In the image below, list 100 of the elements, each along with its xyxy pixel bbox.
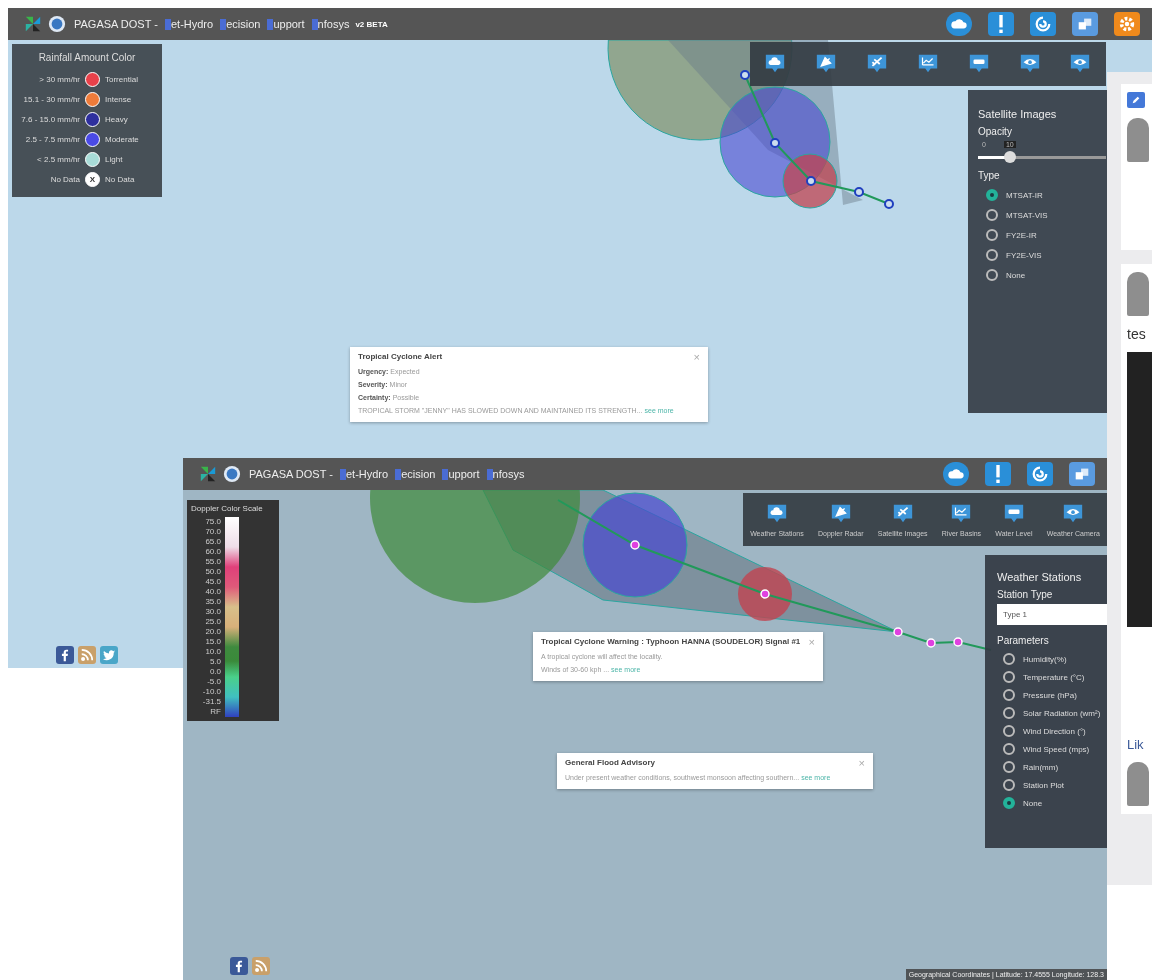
slider-thumb[interactable] xyxy=(1004,151,1016,163)
letter-blot-icon xyxy=(311,18,318,30)
satellite-icon xyxy=(891,502,914,525)
water-layer-button[interactable] xyxy=(967,53,990,75)
basins-layer-button[interactable] xyxy=(916,53,939,75)
avatar-silhouette-icon xyxy=(1127,272,1149,316)
scale-tick-label: -5.0 xyxy=(207,677,221,687)
app-title-word: upport xyxy=(448,468,480,480)
radio-button[interactable] xyxy=(986,189,998,201)
swirl-header-button[interactable] xyxy=(1030,12,1056,36)
radio-button[interactable] xyxy=(986,249,998,261)
globe-logo-icon xyxy=(48,15,66,33)
satellite-layer-button[interactable] xyxy=(866,53,889,75)
wave-icon xyxy=(967,53,990,75)
legend-color-dot: X xyxy=(85,171,100,187)
station-type-label: Station Type xyxy=(997,589,1054,600)
station-type-select[interactable]: Type 1 xyxy=(997,604,1107,625)
legend-range: No Data xyxy=(49,174,80,184)
app-title-word: et-Hydro xyxy=(345,468,389,480)
popup-title: General Flood Advisory xyxy=(565,758,655,767)
scale-tick-label: -31.5 xyxy=(202,697,221,707)
legend-range: < 2.5 mm/hr xyxy=(36,154,80,164)
legend-label: Light xyxy=(105,154,123,164)
radio-button[interactable] xyxy=(1003,743,1015,755)
swirl-icon xyxy=(1034,15,1052,33)
panel-title: Satellite Images xyxy=(978,108,1058,120)
like-link[interactable]: Lik xyxy=(1127,737,1152,752)
gear-header-button[interactable] xyxy=(1114,12,1140,36)
radar-layer-button[interactable] xyxy=(815,53,838,75)
legend-range: 2.5 - 7.5 mm/hr xyxy=(24,134,80,144)
twitter-button[interactable] xyxy=(100,646,118,664)
radio-button[interactable] xyxy=(1003,653,1015,665)
scale-tick-label: 5.0 xyxy=(209,657,221,667)
facebook-button[interactable] xyxy=(230,957,248,975)
scale-tick-label: 75.0 xyxy=(205,517,221,527)
scale-tick-label: 15.0 xyxy=(205,637,221,647)
letter-blot-icon xyxy=(339,468,346,480)
app-title-word: ecision xyxy=(401,468,436,480)
facebook-button[interactable] xyxy=(56,646,74,664)
rss-icon xyxy=(254,959,268,973)
legend-label: Moderate xyxy=(105,134,139,144)
letter-blot-icon xyxy=(267,18,274,30)
legend-title: Rainfall Amount Color xyxy=(37,52,137,63)
exclamation-icon xyxy=(996,465,1000,483)
opacity-slider[interactable] xyxy=(978,150,1106,164)
radio-button[interactable] xyxy=(1003,671,1015,683)
popup-title: Tropical Cyclone Alert xyxy=(358,352,443,361)
camera-layer-button[interactable] xyxy=(1069,53,1092,75)
radio-button[interactable] xyxy=(1003,689,1015,701)
scale-tick-label: 25.0 xyxy=(205,617,221,627)
twitter-icon xyxy=(102,648,116,662)
radio-button[interactable] xyxy=(1003,779,1015,791)
radio-button[interactable] xyxy=(1003,725,1015,737)
stations-layer-button[interactable] xyxy=(764,53,787,75)
letter-blot-icon xyxy=(164,18,171,30)
edit-button[interactable] xyxy=(1127,92,1145,108)
radio-button[interactable] xyxy=(1003,707,1015,719)
legend-label: No Data xyxy=(105,174,135,184)
legend-label: Intense xyxy=(105,94,132,104)
letter-blot-icon xyxy=(220,18,227,30)
popup-title: Tropical Cyclone Warning : Typhoon HANNA (SOUDELOR) Signal #1 xyxy=(541,637,801,646)
radio-label: Wind Direction (°) xyxy=(1023,726,1086,736)
radio-button[interactable] xyxy=(986,209,998,221)
post-text: tes xyxy=(1127,326,1147,342)
settings-icon xyxy=(1118,15,1136,33)
radio-label: Pressure (hPa) xyxy=(1023,690,1077,700)
panel-title: Weather Stations xyxy=(997,571,1083,583)
scale-tick-label: 20.0 xyxy=(205,627,221,637)
radio-button[interactable] xyxy=(1003,797,1015,809)
cloud-bubble-icon xyxy=(764,53,787,75)
eye-icon xyxy=(1062,502,1085,525)
radio-label: Temperature (°C) xyxy=(1023,672,1085,682)
camera-layer-button[interactable] xyxy=(1018,53,1041,75)
scale-tick-label: RF xyxy=(210,707,221,717)
radio-button[interactable] xyxy=(986,269,998,281)
windows-header-button[interactable] xyxy=(1069,462,1095,486)
pinwheel-logo-icon xyxy=(24,15,42,33)
scale-tick-label: 40.0 xyxy=(205,587,221,597)
avatar-silhouette-icon xyxy=(1127,118,1149,162)
scale-tick-label: 30.0 xyxy=(205,607,221,617)
line-graph-icon xyxy=(916,53,939,75)
rss-icon xyxy=(80,648,94,662)
radio-button[interactable] xyxy=(1003,761,1015,773)
cloud-bubble-icon xyxy=(765,502,788,525)
alert-header-button[interactable] xyxy=(988,12,1014,36)
app-title-word: et-Hydro xyxy=(170,18,214,30)
legend-range: 7.6 - 15.0 mm/hr xyxy=(20,114,80,124)
app-title-word: ecision xyxy=(226,18,261,30)
radio-button[interactable] xyxy=(986,229,998,241)
cloud-header-button[interactable] xyxy=(943,462,969,486)
satellite-icon xyxy=(866,53,889,75)
radio-label: None xyxy=(1006,270,1026,280)
legend-label: Torrential xyxy=(105,74,138,84)
swirl-header-button[interactable] xyxy=(1027,462,1053,486)
windows-header-button[interactable] xyxy=(1072,12,1098,36)
parameters-label: Parameters xyxy=(997,635,1050,646)
app-title-word: nfosys xyxy=(492,468,525,480)
alert-header-button[interactable] xyxy=(985,462,1011,486)
cloud-header-button[interactable] xyxy=(946,12,972,36)
scale-tick-label: 35.0 xyxy=(205,597,221,607)
